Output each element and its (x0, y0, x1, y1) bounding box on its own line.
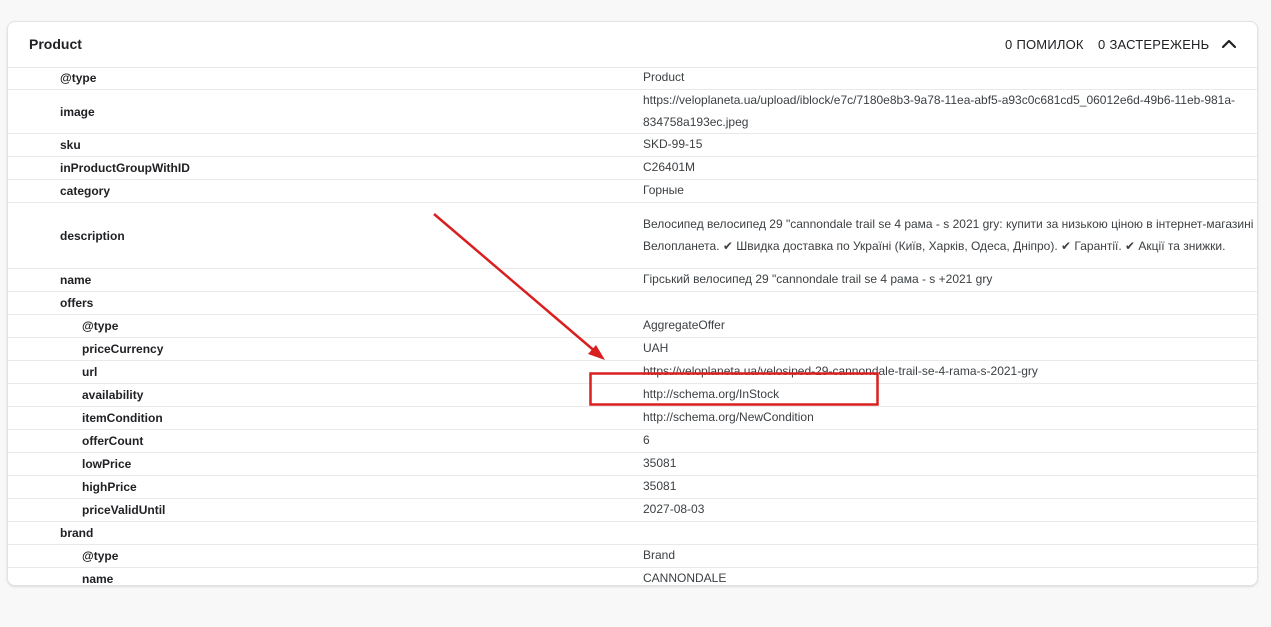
table-row: inProductGroupWithID C26401M (8, 156, 1257, 180)
product-panel: Product 0 ПОМИЛОК 0 ЗАСТЕРЕЖЕНЬ @type Prod… (7, 21, 1258, 586)
property-name: priceCurrency (8, 337, 643, 361)
property-name: @type (8, 544, 643, 568)
table-row: url https://veloplaneta.ua/velosiped-29-… (8, 360, 1257, 384)
table-row: @type Brand (8, 544, 1257, 568)
errors-label: ПОМИЛОК (1016, 37, 1084, 52)
property-name: sku (8, 133, 643, 157)
property-name: @type (8, 67, 643, 90)
collapse-button[interactable] (1217, 32, 1241, 56)
property-value: 6 (643, 429, 1257, 453)
table-row: priceCurrency UAH (8, 337, 1257, 361)
table-row: offers (8, 291, 1257, 315)
table-row: category Горные (8, 179, 1257, 203)
property-value: AggregateOffer (643, 314, 1257, 338)
property-name: description (8, 202, 643, 269)
property-value: https://veloplaneta.ua/upload/iblock/e7c… (643, 89, 1257, 134)
panel-title: Product (29, 36, 82, 52)
property-value: CANNONDALE (643, 567, 1257, 585)
properties-table: @type Product image https://veloplaneta.… (8, 67, 1257, 585)
table-row: sku SKD-99-15 (8, 133, 1257, 157)
property-value: http://schema.org/InStock (643, 383, 1257, 407)
table-row: offerCount 6 (8, 429, 1257, 453)
property-name: offers (8, 291, 643, 315)
property-name: @type (8, 314, 643, 338)
property-value: C26401M (643, 156, 1257, 180)
table-row: name Гірський велосипед 29 "cannondale t… (8, 268, 1257, 292)
table-row: lowPrice 35081 (8, 452, 1257, 476)
table-row: priceValidUntil 2027-08-03 (8, 498, 1257, 522)
property-name: url (8, 360, 643, 384)
property-name: lowPrice (8, 452, 643, 476)
warnings-label: ЗАСТЕРЕЖЕНЬ (1109, 37, 1210, 52)
property-value: UAH (643, 337, 1257, 361)
property-name: name (8, 567, 643, 585)
table-row: itemCondition http://schema.org/NewCondi… (8, 406, 1257, 430)
property-value: http://schema.org/NewCondition (643, 406, 1257, 430)
property-name: offerCount (8, 429, 643, 453)
table-row: image https://veloplaneta.ua/upload/iblo… (8, 89, 1257, 134)
table-row: description Велосипед велосипед 29 "cann… (8, 202, 1257, 269)
property-name: itemCondition (8, 406, 643, 430)
errors-count: 0 (1005, 37, 1013, 52)
chevron-up-icon (1221, 39, 1237, 49)
property-value: SKD-99-15 (643, 133, 1257, 157)
property-value: 35081 (643, 475, 1257, 499)
property-value: Велосипед велосипед 29 "cannondale trail… (643, 202, 1257, 269)
property-name: image (8, 89, 643, 134)
property-value (643, 291, 1257, 315)
property-value: Brand (643, 544, 1257, 568)
property-value (643, 521, 1257, 545)
table-row: availability http://schema.org/InStock (8, 383, 1257, 407)
property-name: inProductGroupWithID (8, 156, 643, 180)
property-value: 2027-08-03 (643, 498, 1257, 522)
table-row: @type AggregateOffer (8, 314, 1257, 338)
property-value: Горные (643, 179, 1257, 203)
property-name: highPrice (8, 475, 643, 499)
table-row: name CANNONDALE (8, 567, 1257, 585)
warnings-counter: 0 ЗАСТЕРЕЖЕНЬ (1098, 37, 1209, 52)
property-value: Product (643, 67, 1257, 90)
table-row: brand (8, 521, 1257, 545)
property-value: https://veloplaneta.ua/velosiped-29-cann… (643, 360, 1257, 384)
property-value: 35081 (643, 452, 1257, 476)
panel-header[interactable]: Product 0 ПОМИЛОК 0 ЗАСТЕРЕЖЕНЬ (8, 22, 1257, 68)
table-row: @type Product (8, 67, 1257, 90)
property-name: brand (8, 521, 643, 545)
property-name: priceValidUntil (8, 498, 643, 522)
property-name: category (8, 179, 643, 203)
errors-counter: 0 ПОМИЛОК (1005, 37, 1084, 52)
property-name: availability (8, 383, 643, 407)
property-name: name (8, 268, 643, 292)
table-row: highPrice 35081 (8, 475, 1257, 499)
property-value: Гірський велосипед 29 "cannondale trail … (643, 268, 1257, 292)
warnings-count: 0 (1098, 37, 1106, 52)
